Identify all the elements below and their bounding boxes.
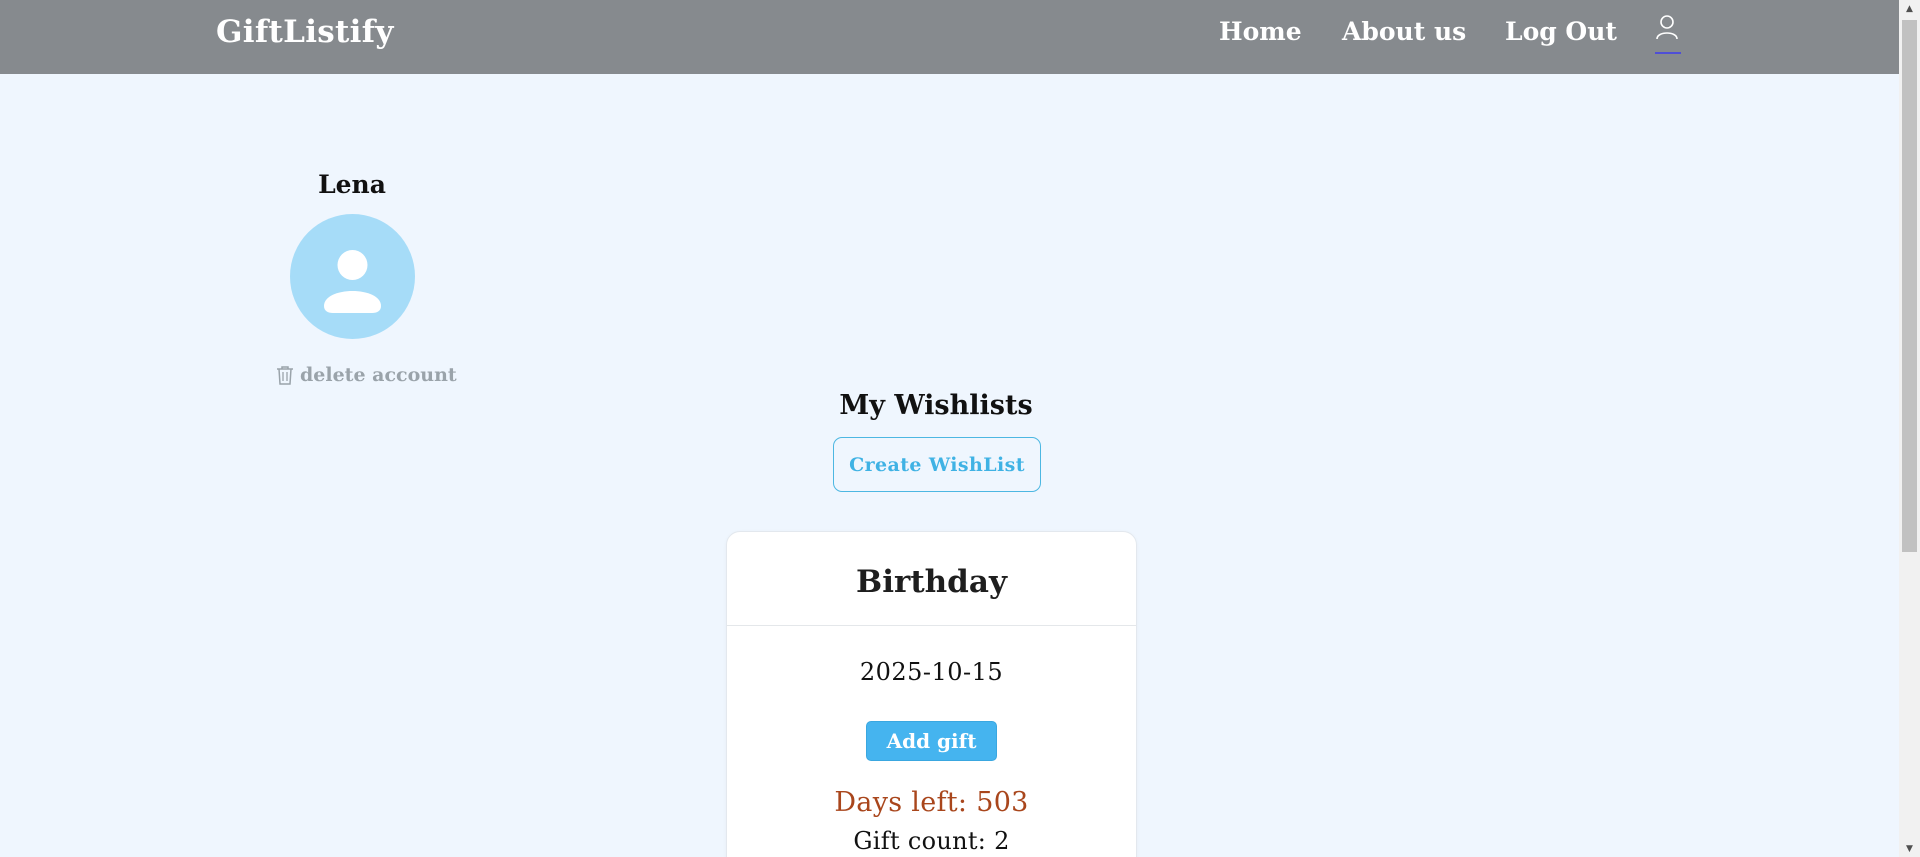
- delete-account-label: delete account: [300, 364, 457, 386]
- gift-count-text: Gift count: 2: [853, 827, 1010, 855]
- add-gift-button[interactable]: Add gift: [866, 721, 997, 761]
- profile-name: Lena: [318, 170, 386, 199]
- delete-account-button[interactable]: delete account: [276, 364, 457, 386]
- scroll-thumb[interactable]: [1902, 20, 1917, 552]
- page-scrollbar[interactable]: ▲ ▼: [1899, 0, 1920, 857]
- active-underline: [1655, 52, 1681, 54]
- scroll-down-arrow[interactable]: ▼: [1899, 840, 1920, 857]
- person-icon: [324, 250, 381, 313]
- brand-logo[interactable]: GiftListify: [216, 14, 394, 50]
- create-wishlist-button[interactable]: Create WishList: [833, 437, 1041, 492]
- wishlist-date: 2025-10-15: [859, 658, 1004, 686]
- trash-icon: [277, 366, 293, 385]
- nav-profile-link[interactable]: [1653, 14, 1681, 54]
- nav-about-link[interactable]: About us: [1342, 17, 1466, 46]
- user-icon: [1656, 15, 1678, 40]
- nav-logout-link[interactable]: Log Out: [1505, 17, 1617, 46]
- wishlist-card-header: Birthday: [727, 532, 1136, 626]
- avatar: [290, 214, 415, 339]
- nav-home-link[interactable]: Home: [1219, 17, 1302, 46]
- scroll-up-arrow[interactable]: ▲: [1899, 0, 1920, 17]
- days-left-text: Days left: 503: [834, 787, 1029, 818]
- wishlist-card[interactable]: Birthday 2025-10-15 Add gift Days left: …: [726, 531, 1137, 857]
- wishlists-title: My Wishlists: [839, 390, 1033, 421]
- top-navbar: GiftListify Home About us Log Out: [0, 0, 1899, 74]
- wishlist-title: Birthday: [856, 563, 1007, 600]
